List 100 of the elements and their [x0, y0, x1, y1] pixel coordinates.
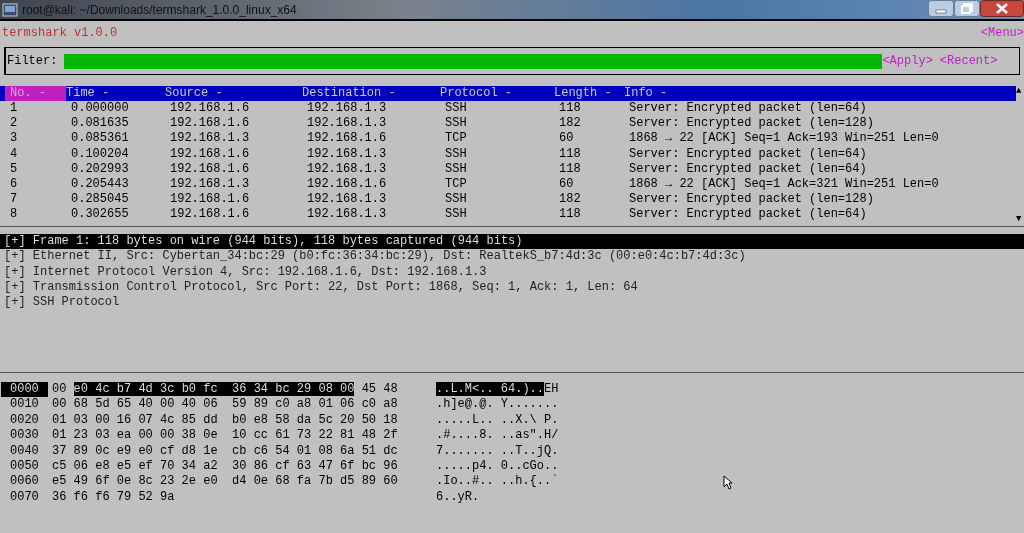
tree-item[interactable]: [+] Ethernet II, Src: Cybertan_34:bc:29 (b0:fc:36:34:bc:29), Dst: RealtekS_b7:4d:3c (00:e0:4c:b7:4d:3c)	[0, 249, 1024, 265]
tree-item[interactable]: [+] Frame 1: 118 bytes on wire (944 bits), 118 bytes captured (944 bits)	[0, 234, 1024, 250]
table-cell-text: TCP	[445, 176, 468, 193]
column-header[interactable]: Destination -	[302, 86, 440, 101]
hex-bytes: e0 4c b7 4d 3c b0 fc 36 34 bc 29 08 00	[73, 382, 355, 396]
tree-item[interactable]: [+] Transmission Control Protocol, Src Port: 22, Dst Port: 1868, Seq: 1, Ack: 1, Len: 64	[0, 279, 1024, 296]
table-cell-text: 3	[10, 131, 19, 147]
table-cell-text: 60	[559, 176, 575, 193]
offset-label: 0060	[9, 474, 40, 490]
hex-bytes: c5 06 e8 e5 ef 70 34 a2 30 86 cf 63 47 6f bc 96	[52, 458, 398, 473]
table-cell-text: 0.085361	[71, 131, 130, 147]
hex-bytes: 01 03 00 16 07 4c 85 dd b0 e8 58 da 5c 20 50 18	[52, 412, 398, 427]
table-cell-text: SSH	[445, 192, 468, 208]
table-cell-text: 0.285045	[71, 192, 130, 208]
table-cell-text: 0.081635	[71, 116, 130, 132]
table-cell-text: 118	[559, 101, 582, 117]
table-cell-text: Server: Encrypted packet (len=64)	[629, 101, 868, 117]
scroll-down-arrow[interactable]: ▼	[1016, 214, 1024, 224]
table-cell-text: 118	[559, 161, 582, 177]
table-cell-text: 192.168.1.6	[307, 176, 388, 193]
offset-label: 0050	[9, 458, 40, 475]
app-title: termshark v1.0.0	[2, 26, 118, 41]
filter-field[interactable]	[64, 53, 883, 69]
table-cell-text: Server: Encrypted packet (len=128)	[629, 116, 875, 132]
hex-bytes: 01 23 03 ea 00 00 38 0e 10 cc 61 73 22 81 48 2f	[52, 428, 398, 443]
table-cell-text: 6	[10, 176, 19, 193]
column-header[interactable]: Protocol -	[440, 86, 554, 101]
hex-bytes: 37 89 0c e9 e0 cf d8 1e cb c6 54 01 08 6a 51 dc	[52, 443, 398, 458]
table-cell-text: 0.100204	[71, 146, 130, 162]
table-cell-text: 192.168.1.3	[307, 207, 388, 223]
table-cell-text: 2	[10, 116, 19, 132]
scroll-up-arrow[interactable]: ▲	[1016, 86, 1024, 96]
table-cell-text: SSH	[445, 146, 468, 162]
table-cell-text: SSH	[445, 207, 468, 223]
offset-label: 0020	[9, 412, 40, 429]
table-cell-text: 192.168.1.3	[307, 116, 388, 132]
column-header[interactable]: Source -	[165, 86, 302, 101]
table-cell-text: 1868 → 22 [ACK] Seq=1 Ack=193 Win=251 Len=0	[629, 131, 940, 147]
table-cell-text: 192.168.1.3	[307, 101, 388, 117]
table-cell-text: 192.168.1.3	[307, 161, 388, 177]
table-cell-text: Server: Encrypted packet (len=64)	[629, 207, 868, 223]
table-cell-text: 192.168.1.6	[307, 131, 388, 147]
offset-label: 0070	[9, 489, 40, 506]
table-cell-text: 192.168.1.3	[170, 131, 251, 147]
column-header[interactable]: Time -	[66, 86, 165, 101]
column-header[interactable]: Info -	[624, 86, 1016, 101]
ascii-text: 7....... ..T..jQ.	[436, 443, 559, 458]
close-icon[interactable]	[980, 0, 1024, 17]
hex-bytes: 36 f6 f6 79 52 9a	[52, 489, 175, 504]
ascii-text: .Io..#.. ..h.{..`	[436, 474, 559, 489]
table-cell-text: 192.168.1.6	[170, 207, 251, 223]
table-cell-text: SSH	[445, 101, 468, 117]
table-cell-text: 0.000000	[71, 101, 130, 117]
hex-bytes: 00	[52, 382, 68, 396]
ascii-text: .....L.. ..X.\ P.	[436, 412, 559, 427]
maximize-icon[interactable]	[954, 0, 980, 17]
table-cell-text: 5	[10, 161, 19, 177]
table-cell-text: TCP	[445, 131, 468, 147]
table-cell-text: 182	[559, 116, 582, 132]
table-cell-text: 192.168.1.3	[307, 192, 388, 208]
table-cell-text: 192.168.1.3	[170, 176, 251, 193]
table-cell-text: Server: Encrypted packet (len=64)	[629, 161, 868, 177]
hex-bytes: 45 48	[360, 382, 398, 396]
table-cell-text: Server: Encrypted packet (len=64)	[629, 146, 868, 162]
window-title: root@kali: ~/Downloads/termshark_1.0.0_linux_x64	[22, 2, 298, 17]
ascii-text: 6..yR.	[436, 489, 480, 504]
table-cell-text: 8	[10, 207, 19, 223]
ascii-text: .#....8. ..as".H/	[436, 428, 559, 443]
table-cell-text: 192.168.1.6	[170, 192, 251, 208]
hex-bytes: e5 49 6f 0e 8c 23 2e e0 d4 0e 68 fa 7b d5 89 60	[52, 474, 398, 489]
minimize-icon[interactable]	[928, 0, 954, 17]
table-cell-text: 0.302655	[71, 207, 130, 223]
table-cell-text: 192.168.1.6	[170, 161, 251, 177]
table-cell-text: 7	[10, 192, 19, 208]
filter-label: Filter:	[7, 54, 58, 68]
table-cell-text: 0.202993	[71, 161, 130, 177]
table-cell-text: 118	[559, 146, 582, 162]
column-header[interactable]: Length -	[554, 86, 624, 101]
table-cell-text: 60	[559, 131, 575, 147]
tree-item[interactable]: [+] Internet Protocol Version 4, Src: 192.168.1.6, Dst: 192.168.1.3	[0, 264, 1024, 280]
table-cell-text: 1	[10, 101, 19, 117]
ascii-text: EH	[544, 382, 559, 396]
offset-label: 0040	[9, 443, 40, 459]
table-cell-text: 192.168.1.6	[170, 101, 251, 117]
tree-item[interactable]: [+] SSH Protocol	[0, 295, 1024, 311]
offset-label: 0030	[9, 428, 40, 444]
table-cell-text: 118	[559, 207, 582, 223]
table-cell-text: SSH	[445, 161, 468, 177]
table-cell-text: 4	[10, 146, 19, 162]
offset-label: 0010	[9, 397, 40, 413]
hex-bytes: 00 68 5d 65 40 00 40 06 59 89 c0 a8 01 06 c0 a8	[52, 397, 398, 412]
ascii-text: .....p4. 0..cGo..	[436, 458, 559, 473]
table-cell-text: 192.168.1.6	[170, 116, 251, 132]
offset-label: 0000	[1, 382, 48, 398]
table-cell-text: 1868 → 22 [ACK] Seq=1 Ack=321 Win=251 Len=0	[629, 176, 940, 193]
table-cell-text: 192.168.1.6	[170, 146, 251, 162]
table-cell-text: 0.205443	[71, 176, 130, 193]
ascii-text: .h]e@.@. Y.......	[436, 397, 559, 412]
table-cell-text: Server: Encrypted packet (len=128)	[629, 192, 875, 208]
ascii-text: ..L.M<.. 64.)..	[436, 382, 545, 396]
